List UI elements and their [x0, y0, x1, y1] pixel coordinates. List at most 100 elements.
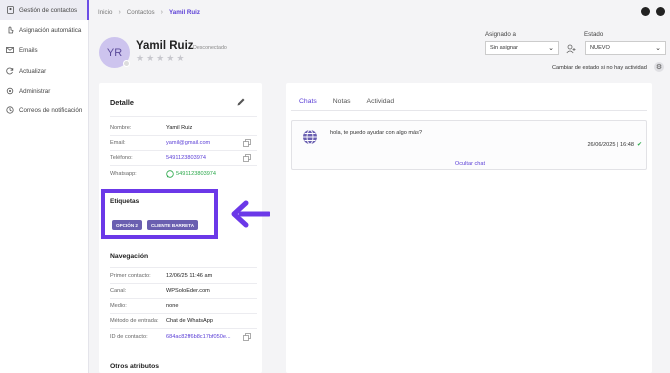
star-icon[interactable]: ★: [156, 54, 164, 63]
arrow-left-icon: [231, 200, 270, 228]
divider: [110, 298, 257, 299]
metodo-value: Chat de WhatsApp: [166, 318, 213, 324]
chat-timestamp: 26/06/2025 | 16:48: [587, 142, 634, 148]
add-user-icon[interactable]: [566, 44, 576, 54]
sidebar-item-administrar[interactable]: Administrar: [0, 81, 89, 101]
divider: [110, 313, 257, 314]
medio-value: none: [166, 303, 179, 309]
tags-highlight-box: [101, 189, 218, 239]
divider: [110, 135, 257, 136]
breadcrumb-inicio[interactable]: Inicio: [98, 9, 112, 16]
medio-label: Medio:: [110, 303, 127, 309]
settings-icon: [6, 87, 14, 95]
assign-label: Asignado a: [485, 31, 516, 38]
chevron-down-icon: ⌄: [655, 45, 661, 52]
assign-select[interactable]: Sin asignar ⌄: [485, 41, 559, 55]
sidebar: Gestión de contactos Asignación automáti…: [0, 0, 89, 373]
gear-icon[interactable]: ⚙: [654, 62, 664, 72]
primer-contacto-value: 12/06/25 11:46 am: [166, 273, 213, 279]
tag-opcion-2[interactable]: OPCIÓN 2: [112, 220, 142, 230]
assign-value: Sin asignar: [490, 45, 518, 51]
star-icon[interactable]: ★: [146, 54, 154, 63]
globe-icon: [303, 129, 317, 145]
contacts-icon: [6, 6, 14, 14]
rating-stars[interactable]: ★ ★ ★ ★ ★: [136, 54, 184, 63]
refresh-icon: [6, 67, 14, 75]
main-content: Inicio › Contactos › Yamil Ruiz YR Yamil…: [89, 0, 670, 373]
tags-title: Etiquetas: [110, 198, 140, 205]
divider: [110, 328, 257, 329]
hand-icon: [6, 26, 14, 34]
whatsapp-icon: [166, 170, 174, 178]
tag-cliente-barreta[interactable]: CLIENTE BARRETA: [147, 220, 198, 230]
email-value[interactable]: yamil@gmail.com: [166, 140, 210, 146]
sidebar-item-label: Actualizar: [19, 67, 47, 75]
chevron-right-icon: ›: [118, 9, 121, 16]
canal-value: WPSoloEder.com: [166, 288, 210, 294]
contact-name: Yamil Ruiz: [136, 40, 194, 52]
avatar-initials: YR: [106, 46, 123, 59]
clock-icon: [6, 106, 14, 114]
breadcrumb: Inicio › Contactos › Yamil Ruiz: [98, 9, 200, 16]
check-icon: ✔: [636, 142, 642, 148]
top-actions: [641, 7, 665, 16]
chats-card: Chats Notas Actividad hola, te puedo ayu…: [286, 83, 652, 373]
estado-label: Estado: [584, 31, 604, 38]
presence-dot: [123, 60, 130, 67]
id-contacto-label: ID de contacto:: [110, 334, 148, 340]
divider: [110, 165, 257, 166]
breadcrumb-contactos[interactable]: Contactos: [127, 9, 155, 16]
otros-atributos-title: Otros atributos: [110, 363, 160, 370]
auto-status-label: Cambiar de estado si no hay actividad: [552, 65, 647, 71]
sidebar-item-label: Emails: [19, 46, 38, 54]
email-label: Email:: [110, 140, 126, 146]
divider: [110, 283, 257, 284]
copy-icon[interactable]: [243, 333, 251, 341]
sidebar-item-label: Administrar: [19, 87, 51, 95]
chat-message-text: hola, te puedo ayudar con algo más?: [330, 130, 423, 136]
star-icon[interactable]: ★: [166, 54, 174, 63]
mail-icon: [6, 46, 14, 54]
estado-value: NUEVO: [590, 45, 610, 51]
divider: [110, 150, 257, 151]
hide-chat-link[interactable]: Ocultar chat: [292, 161, 648, 167]
copy-icon[interactable]: [243, 154, 251, 162]
id-contacto-value[interactable]: 684ac82ff6b8c17bf050e...: [166, 334, 231, 340]
chevron-down-icon: ⌄: [548, 45, 554, 52]
sidebar-item-actualizar[interactable]: Actualizar: [0, 61, 89, 81]
primer-contacto-label: Primer contacto:: [110, 273, 151, 279]
close-circle-button[interactable]: [656, 7, 665, 16]
chevron-right-icon: ›: [160, 9, 163, 16]
nombre-value: Yamil Ruiz: [166, 125, 193, 131]
canal-label: Canal:: [110, 288, 127, 294]
sidebar-item-gestion-contactos[interactable]: Gestión de contactos: [0, 0, 89, 20]
sidebar-item-emails[interactable]: Emails: [0, 40, 89, 60]
metodo-label: Método de entrada:: [110, 318, 159, 324]
telefono-label: Teléfono:: [110, 155, 133, 161]
sidebar-item-label: Correos de notificación: [19, 106, 83, 114]
pencil-icon[interactable]: [236, 97, 246, 107]
sidebar-item-asignacion[interactable]: Asignación automática: [0, 20, 89, 40]
whatsapp-value[interactable]: 5491123803974: [176, 171, 216, 177]
estado-select[interactable]: NUEVO ⌄: [585, 41, 666, 55]
detail-card: Detalle Nombre: Yamil Ruiz Email: yamil@…: [99, 83, 262, 373]
contact-status: Desconectado: [193, 45, 227, 51]
navigation-title: Navegación: [110, 253, 149, 260]
divider: [291, 110, 647, 111]
sidebar-item-correos-notificacion[interactable]: Correos de notificación: [0, 100, 89, 120]
divider: [110, 267, 257, 268]
detail-title: Detalle: [110, 98, 134, 107]
star-icon[interactable]: ★: [176, 54, 184, 63]
avatar: YR: [99, 37, 130, 68]
copy-icon[interactable]: [243, 139, 251, 147]
sidebar-item-label: Gestión de contactos: [19, 6, 78, 14]
star-icon[interactable]: ★: [136, 54, 144, 63]
divider: [110, 116, 257, 117]
dark-circle-button[interactable]: [641, 7, 650, 16]
chat-message-card: hola, te puedo ayudar con algo más? 26/0…: [291, 120, 647, 170]
nombre-label: Nombre:: [110, 125, 132, 131]
sidebar-item-label: Asignación automática: [19, 26, 82, 34]
telefono-value[interactable]: 5491123803974: [166, 155, 206, 161]
breadcrumb-current: Yamil Ruiz: [169, 9, 200, 16]
whatsapp-label: Whatsapp:: [110, 171, 137, 177]
